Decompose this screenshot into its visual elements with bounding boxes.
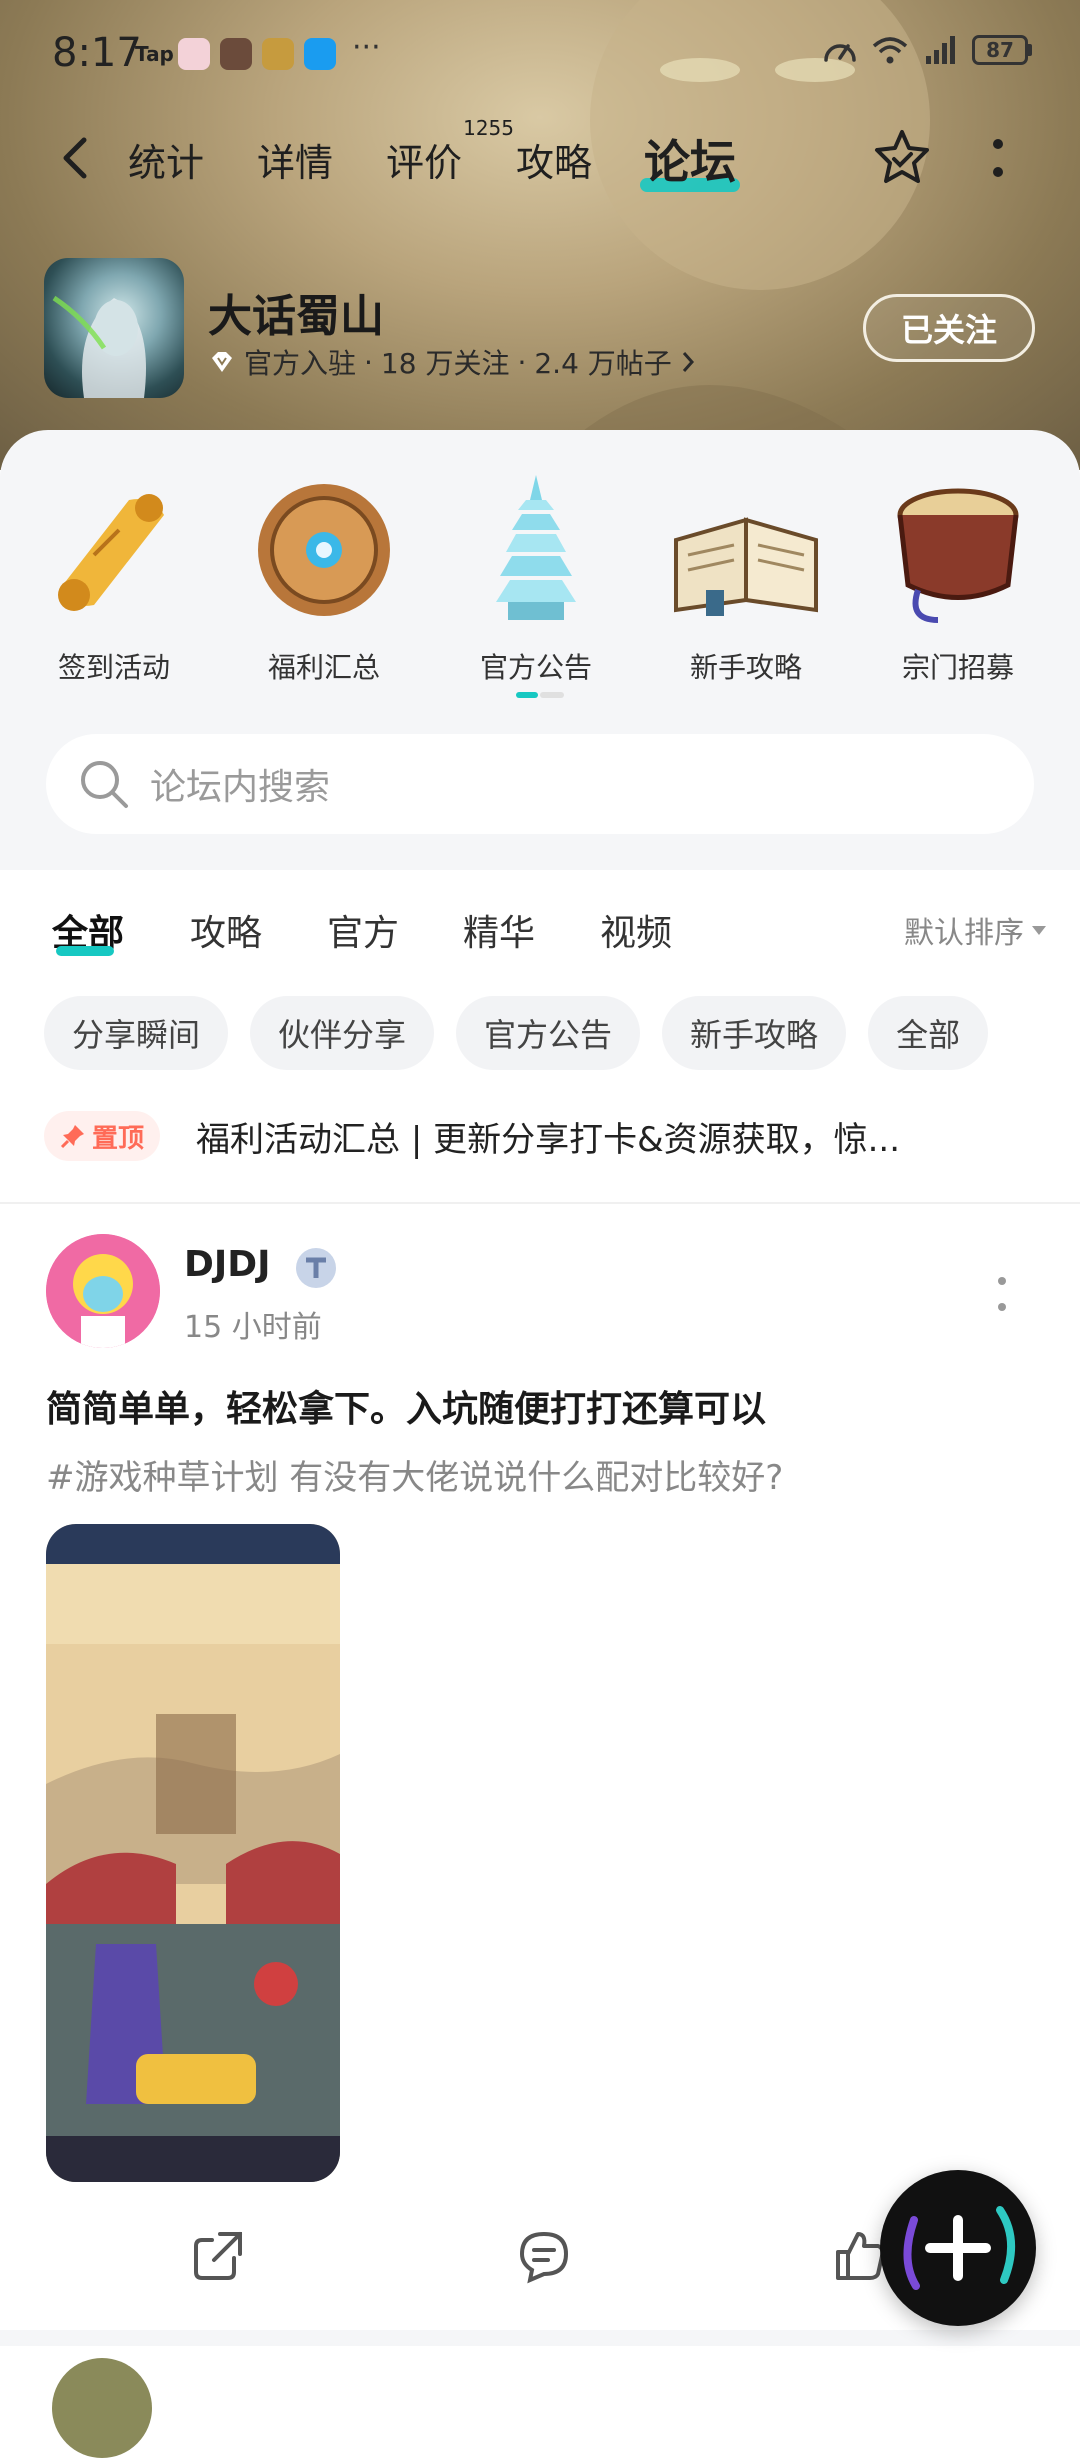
topic-chips: 分享瞬间 伙伴分享 官方公告 新手攻略 全部 xyxy=(44,996,989,1070)
app-notification-icon xyxy=(220,38,252,70)
feed-tab-official[interactable]: 官方 xyxy=(327,904,399,956)
signal-icon xyxy=(926,36,955,64)
pinned-title: 福利活动汇总 | 更新分享打卡&资源获取，惊... xyxy=(196,1119,901,1160)
caret-down-icon xyxy=(1032,925,1046,935)
share-icon[interactable] xyxy=(190,2228,246,2284)
chip-all[interactable]: 全部 xyxy=(868,996,989,1070)
category-beginner-label: 新手攻略 xyxy=(689,651,802,684)
favorite-star-icon[interactable] xyxy=(872,128,932,188)
official-label: 官方入驻 xyxy=(244,347,357,380)
category-welfare-label: 福利汇总 xyxy=(267,651,380,684)
category-welfare[interactable]: 福利汇总 xyxy=(224,470,424,686)
post-username[interactable]: DJDJ xyxy=(184,1244,271,1285)
pin-icon xyxy=(60,1125,84,1149)
more-options-icon[interactable] xyxy=(992,138,1004,178)
tab-reviews-label: 评价 xyxy=(386,141,463,185)
battery-icon: 87 xyxy=(972,35,1032,65)
game-character-art xyxy=(52,295,146,398)
sort-label: 默认排序 xyxy=(904,916,1024,951)
post-card[interactable]: DJDJ 15 小时前 简简单单，轻松拿下。入坑随便打打还算可以 #游戏种草计划… xyxy=(0,1204,1080,2334)
search-icon xyxy=(81,761,128,808)
tab-details[interactable]: 详情 xyxy=(257,132,333,187)
category-checkin-label: 签到活动 xyxy=(57,651,170,684)
app-notification-icon xyxy=(178,38,210,70)
category-sect-recruit-label: 宗门招募 xyxy=(901,651,1014,684)
followers-count: 18 万关注 xyxy=(380,347,510,380)
category-sect-recruit[interactable]: 宗门招募 xyxy=(858,470,1058,686)
game-screenshot-art xyxy=(46,1524,340,2182)
post-time: 15 小时前 xyxy=(184,1310,322,1345)
battery-level: 87 xyxy=(972,35,1028,65)
app-notification-icon xyxy=(304,38,336,70)
category-checkin[interactable]: 签到活动 xyxy=(14,470,214,686)
book-icon xyxy=(674,517,818,616)
app-notification-icon xyxy=(262,38,294,70)
tab-reviews[interactable]: 评价 1255 xyxy=(386,116,514,187)
back-arrow-icon[interactable] xyxy=(56,134,96,182)
chip-share-moments[interactable]: 分享瞬间 xyxy=(44,996,229,1070)
post-image[interactable] xyxy=(46,1524,340,2182)
pinned-post[interactable]: 置顶 福利活动汇总 | 更新分享打卡&资源获取，惊... xyxy=(44,1106,1044,1166)
next-post-avatar[interactable] xyxy=(52,2358,152,2458)
follow-button[interactable]: 已关注 xyxy=(863,294,1035,362)
feed-tab-guides[interactable]: 攻略 xyxy=(190,904,262,956)
feed-tab-video[interactable]: 视频 xyxy=(600,904,672,956)
speed-icon xyxy=(824,44,856,62)
category-page-indicator xyxy=(516,692,564,698)
top-navigation: 统计 详情 评价 1255 攻略 论坛 xyxy=(0,116,1080,198)
post-body: #游戏种草计划 有没有大佬说说什么配对比较好? xyxy=(46,1458,784,1498)
verified-badge-icon xyxy=(296,1248,336,1288)
game-stats[interactable]: 官方入驻 · 18 万关注 · 2.4 万帖子 xyxy=(208,342,696,382)
tab-guides[interactable]: 攻略 xyxy=(516,132,592,187)
category-shortcuts: 签到活动 福利汇总 官方公告 新手攻略 宗门招募 xyxy=(0,470,1080,700)
tap-logo: Tap xyxy=(135,42,174,66)
search-input[interactable]: 论坛内搜索 xyxy=(150,758,330,810)
divider xyxy=(0,2330,1080,2346)
post-more-icon[interactable] xyxy=(996,1276,1008,1312)
category-announcements[interactable]: 官方公告 xyxy=(436,470,636,686)
chip-announcements[interactable]: 官方公告 xyxy=(456,996,641,1070)
posts-count: 2.4 万帖子 xyxy=(534,347,672,380)
game-icon[interactable] xyxy=(44,258,184,398)
forum-panel: 签到活动 福利汇总 官方公告 新手攻略 宗门招募 论坛内搜索 xyxy=(0,430,1080,870)
feed-tab-featured[interactable]: 精华 xyxy=(463,904,535,956)
chip-beginner-guides[interactable]: 新手攻略 xyxy=(662,996,847,1070)
chevron-right-icon xyxy=(682,352,694,372)
wifi-icon xyxy=(872,37,908,64)
pinned-badge: 置顶 xyxy=(44,1111,161,1161)
comment-icon[interactable] xyxy=(516,2228,572,2284)
diamond-icon xyxy=(212,352,232,372)
more-notifications: ··· xyxy=(352,30,381,65)
notification-icons xyxy=(178,38,336,70)
avatar[interactable] xyxy=(46,1234,160,1348)
category-beginner[interactable]: 新手攻略 xyxy=(646,470,846,686)
feed-filter-bar: 全部 攻略 官方 精华 视频 默认排序 xyxy=(0,870,1080,980)
pagoda-icon xyxy=(496,475,576,620)
tab-stats[interactable]: 统计 xyxy=(128,132,204,187)
forum-search-bar[interactable]: 论坛内搜索 xyxy=(46,734,1034,834)
status-bar: 8:17 Tap ··· 87 xyxy=(0,0,1080,110)
drum-icon xyxy=(897,488,1019,623)
avatar-art xyxy=(46,1234,160,1348)
compass-icon xyxy=(258,484,390,616)
game-title: 大话蜀山 xyxy=(208,291,384,342)
category-announcements-label: 官方公告 xyxy=(479,651,592,684)
status-time: 8:17 xyxy=(52,30,142,76)
sort-dropdown[interactable]: 默认排序 xyxy=(904,908,1046,952)
chip-partner-share[interactable]: 伙伴分享 xyxy=(250,996,435,1070)
tab-forum[interactable]: 论坛 xyxy=(644,126,736,192)
reviews-count-badge: 1255 xyxy=(463,116,515,140)
plus-icon xyxy=(903,2206,1016,2290)
feed-tab-indicator xyxy=(56,946,114,956)
post-title: 简简单单，轻松拿下。入坑随便打打还算可以 xyxy=(46,1389,767,1430)
pinned-label: 置顶 xyxy=(92,1123,145,1154)
create-post-button[interactable] xyxy=(880,2170,1036,2326)
scroll-icon xyxy=(58,494,164,611)
